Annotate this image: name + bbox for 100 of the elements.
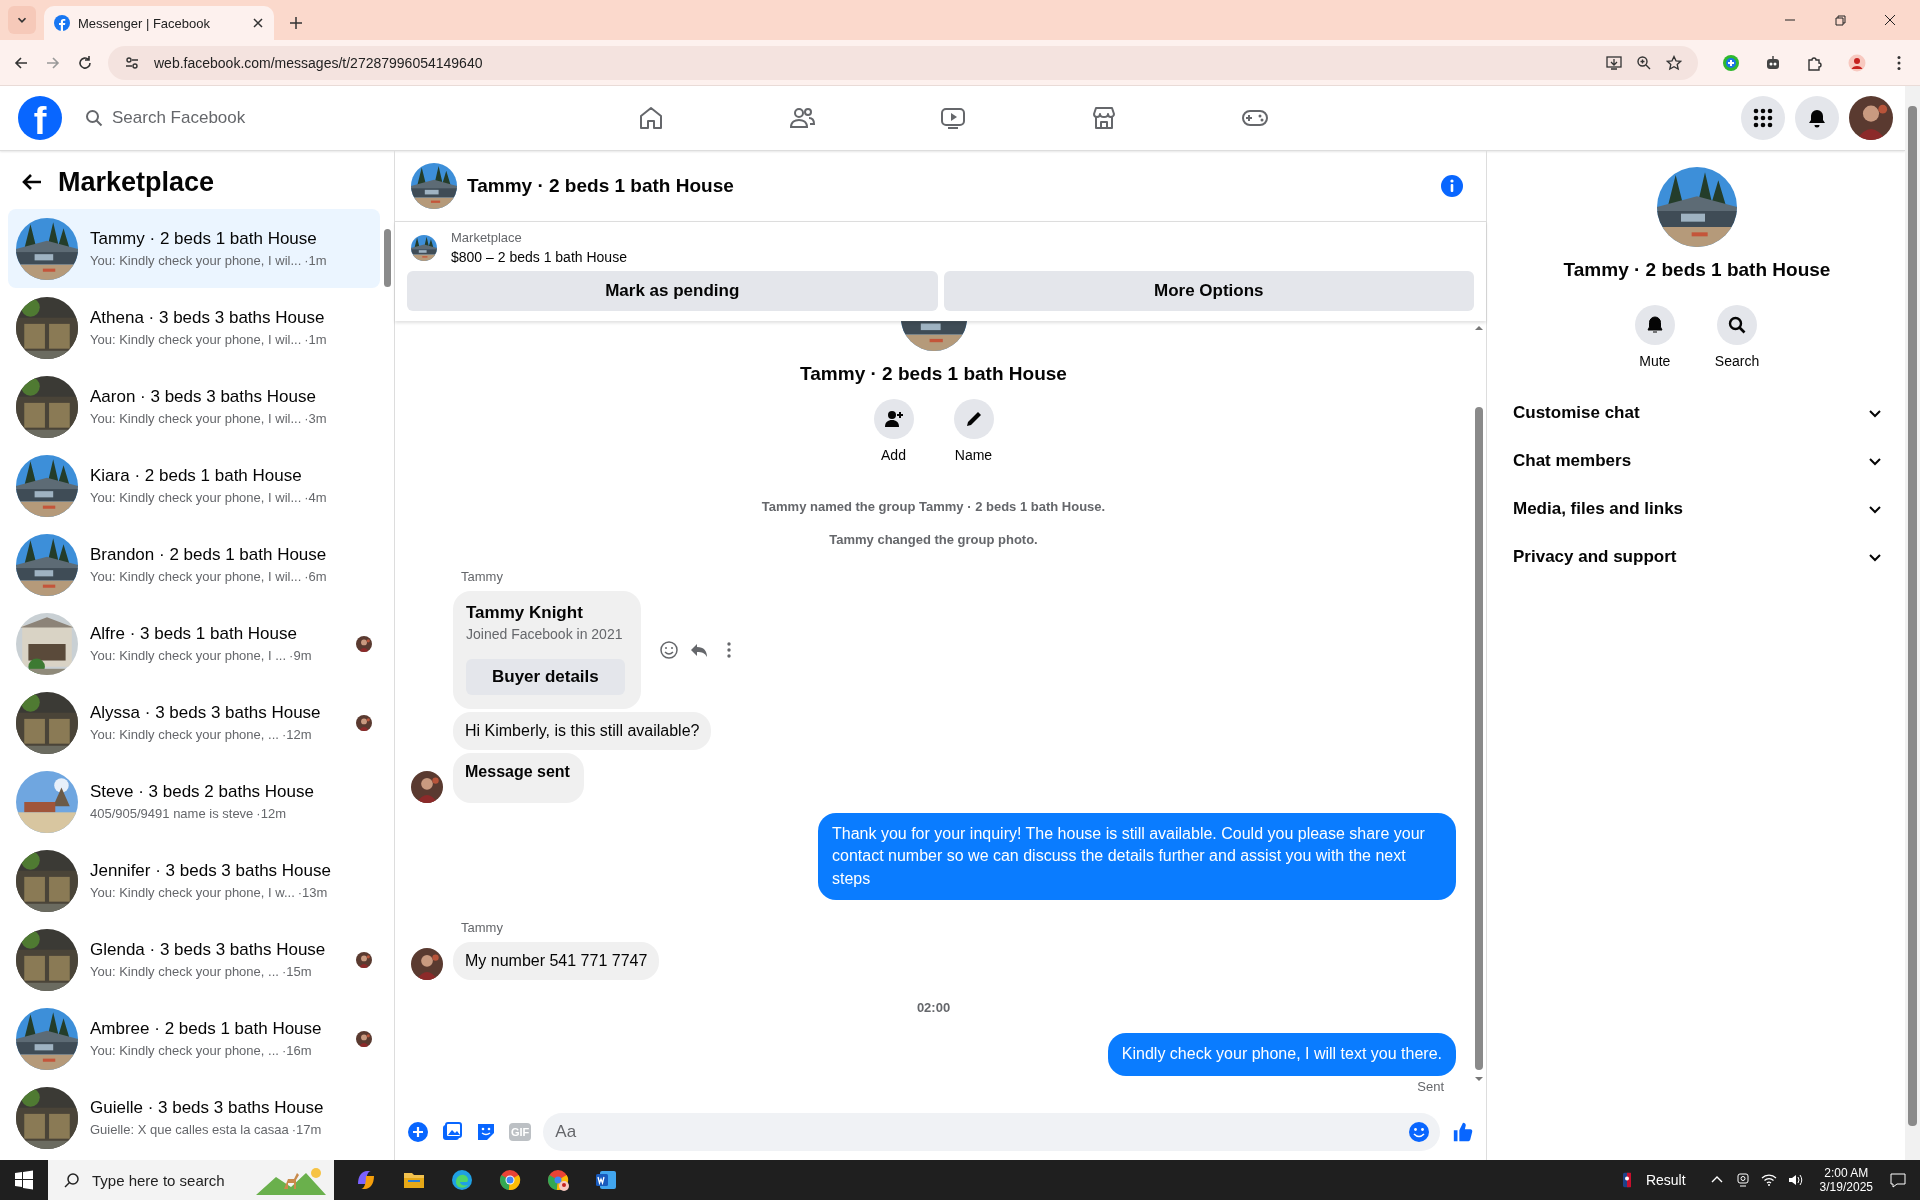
wifi-icon[interactable] <box>1760 1172 1777 1188</box>
scrollbar-thumb[interactable] <box>1908 106 1917 1126</box>
plus-circle-icon[interactable] <box>1722 53 1740 72</box>
conversation-item[interactable]: Aaron · 3 beds 3 baths House You: Kindly check your phone, I wil... ·3m <box>8 367 380 446</box>
search-field[interactable]: Search Facebook <box>72 97 372 139</box>
message-bubble: Thank you for your inquiry! The house is still available. Could you please share your contact number so we can discuss the details further and assist you with the next steps <box>818 813 1456 901</box>
speaker-icon[interactable] <box>1786 1172 1803 1188</box>
emoji-icon[interactable] <box>658 640 679 660</box>
taskbar-search-field[interactable]: Type here to search <box>48 1160 334 1200</box>
action-label: Name <box>954 447 993 463</box>
marketplace-heading: Marketplace <box>58 166 215 198</box>
conversation-name: Tammy · 2 beds 1 bath House <box>90 229 318 249</box>
conversation-item[interactable]: Alyssa · 3 beds 3 baths House You: Kindly check your phone, ... ·12m <box>8 683 380 762</box>
tab-search-button[interactable] <box>8 6 36 34</box>
zoom-icon[interactable] <box>1636 54 1652 71</box>
search-button[interactable] <box>1717 305 1757 345</box>
clock-date[interactable]: 3/19/2025 <box>1819 1180 1873 1194</box>
message-preview: You: Kindly check your phone, I wil... <box>90 253 302 268</box>
thumbs-up-icon[interactable] <box>1452 1121 1474 1143</box>
message-preview: You: Kindly check your phone, I wil... <box>90 490 302 505</box>
address-bar[interactable]: web.facebook.com/messages/t/27287996054149640 <box>108 45 1698 80</box>
conversation-name: Steve · 3 beds 2 baths House <box>90 782 315 802</box>
install-icon[interactable] <box>1606 54 1622 71</box>
conversation-item[interactable]: Athena · 3 beds 3 baths House You: Kindly check your phone, I wil... ·1m <box>8 288 380 367</box>
restore-icon[interactable] <box>1832 12 1848 28</box>
message-preview: You: Kindly check your phone, I w... <box>90 885 295 900</box>
browser-tab[interactable]: Messenger | Facebook <box>44 6 274 40</box>
sticker-icon[interactable] <box>475 1121 497 1143</box>
scrollbar-thumb[interactable] <box>1475 407 1483 1070</box>
action-label: Mute <box>1639 353 1671 369</box>
listing-button[interactable]: More Options <box>943 271 1474 311</box>
message-bubble: Hi Kimberly, is this still available? <box>453 712 712 750</box>
buyer-joined: Joined Facebook in 2021 <box>466 626 624 642</box>
conversation-name: Glenda · 3 beds 3 baths House <box>90 940 327 960</box>
photo-icon[interactable] <box>441 1121 463 1143</box>
notifications-button[interactable] <box>1795 96 1839 140</box>
message-time: ·12m <box>281 727 312 742</box>
conversation-item[interactable]: Glenda · 3 beds 3 baths House You: Kindly check your phone, ... ·15m <box>8 920 380 999</box>
search-icon <box>85 109 103 127</box>
chat-name: Tammy · 2 beds 1 bath House <box>1563 259 1831 281</box>
add-person-button[interactable] <box>873 399 914 439</box>
conversation-item[interactable]: Tammy · 2 beds 1 bath House You: Kindly check your phone, I wil... ·1m <box>8 209 380 288</box>
message-bubble: Message sent <box>453 753 584 803</box>
section-header[interactable]: Privacy and support <box>1505 533 1889 581</box>
facebook-logo[interactable]: f <box>18 96 62 140</box>
sender-name: Tammy <box>461 569 504 584</box>
robot-icon[interactable] <box>1764 53 1782 72</box>
section-header[interactable]: Chat members <box>1505 437 1889 485</box>
star-icon[interactable] <box>1666 54 1682 71</box>
conversation-item[interactable]: Ambree · 2 beds 1 bath House You: Kindly check your phone, ... ·16m <box>8 999 380 1078</box>
message-time: ·15m <box>281 964 312 979</box>
scrollbar-thumb[interactable] <box>384 229 391 287</box>
message-time: ·16m <box>281 1043 312 1058</box>
mute-button[interactable] <box>1634 305 1675 345</box>
message-time: ·13m <box>297 885 328 900</box>
section-header[interactable]: Customise chat <box>1505 389 1889 437</box>
conversation-name: Kiara · 2 beds 1 bath House <box>90 466 303 486</box>
message-preview: You: Kindly check your phone, ... <box>90 964 279 979</box>
message-bubble: My number 541 771 7747 <box>453 942 660 981</box>
conversation-item[interactable]: Kiara · 2 beds 1 bath House You: Kindly check your phone, I wil... ·4m <box>8 446 380 525</box>
message-time: ·9m <box>289 648 312 663</box>
menu-button[interactable] <box>1741 96 1785 140</box>
message-field[interactable]: Aa <box>543 1113 1440 1151</box>
search-icon <box>1727 315 1747 335</box>
conversation-name: Athena · 3 beds 3 baths House <box>90 308 326 328</box>
new-tab-icon[interactable] <box>288 15 304 31</box>
timestamp: 02:00 <box>916 1000 951 1016</box>
listing-source: Marketplace <box>451 230 523 245</box>
camera-icon[interactable] <box>1734 1172 1751 1188</box>
close-icon[interactable] <box>1882 12 1898 28</box>
emoji-icon[interactable] <box>1408 1121 1430 1143</box>
plus-icon[interactable] <box>407 1121 429 1143</box>
conversation-item[interactable]: Brandon · 2 beds 1 bath House You: Kindly check your phone, I wil... ·6m <box>8 525 380 604</box>
listing-title[interactable]: $800 – 2 beds 1 bath House <box>451 249 627 265</box>
chat-title[interactable]: Tammy · 2 beds 1 bath House <box>467 175 734 197</box>
message-time: ·12m <box>256 806 286 821</box>
scroll-down-icon[interactable] <box>1474 1074 1484 1084</box>
conversation-name: Aaron · 3 beds 3 baths House <box>90 387 317 407</box>
conversation-item[interactable]: Guielle · 3 beds 3 baths House Guielle: X que calles esta la casaa ·17m <box>8 1078 380 1157</box>
listing-button[interactable]: Mark as pending <box>407 271 938 311</box>
conversation-item[interactable]: Jennifer · 3 beds 3 baths House You: Kindly check your phone, I w... ·13m <box>8 841 380 920</box>
info-icon[interactable] <box>1440 174 1464 198</box>
message-time: ·3m <box>304 411 327 426</box>
clock-time[interactable]: 2:00 AM <box>1824 1166 1869 1180</box>
conversation-item[interactable]: Steve · 3 beds 2 baths House 405/905/9491 name is steve ·12m <box>8 762 380 841</box>
section-header[interactable]: Media, files and links <box>1505 485 1889 533</box>
scroll-up-icon[interactable] <box>1474 323 1484 333</box>
profile-icon[interactable] <box>1848 53 1866 72</box>
reload-icon[interactable] <box>76 53 94 72</box>
widget-text[interactable]: Result <box>1645 1172 1686 1188</box>
message-time: ·4m <box>304 490 327 505</box>
site-settings-icon[interactable] <box>124 54 140 71</box>
conversation-item[interactable]: Alfre · 3 beds 1 bath House You: Kindly check your phone, I ... ·9m <box>8 604 380 683</box>
buyer-details-button[interactable]: Buyer details <box>466 659 625 695</box>
edit-name-button[interactable] <box>953 399 994 439</box>
message-bubble: Kindly check your phone, I will text you there. <box>1107 1033 1456 1076</box>
close-icon[interactable] <box>252 17 264 29</box>
message-time: ·6m <box>304 569 327 584</box>
message-time: ·17m <box>291 1122 322 1137</box>
notification-icon[interactable] <box>1890 1172 1906 1188</box>
